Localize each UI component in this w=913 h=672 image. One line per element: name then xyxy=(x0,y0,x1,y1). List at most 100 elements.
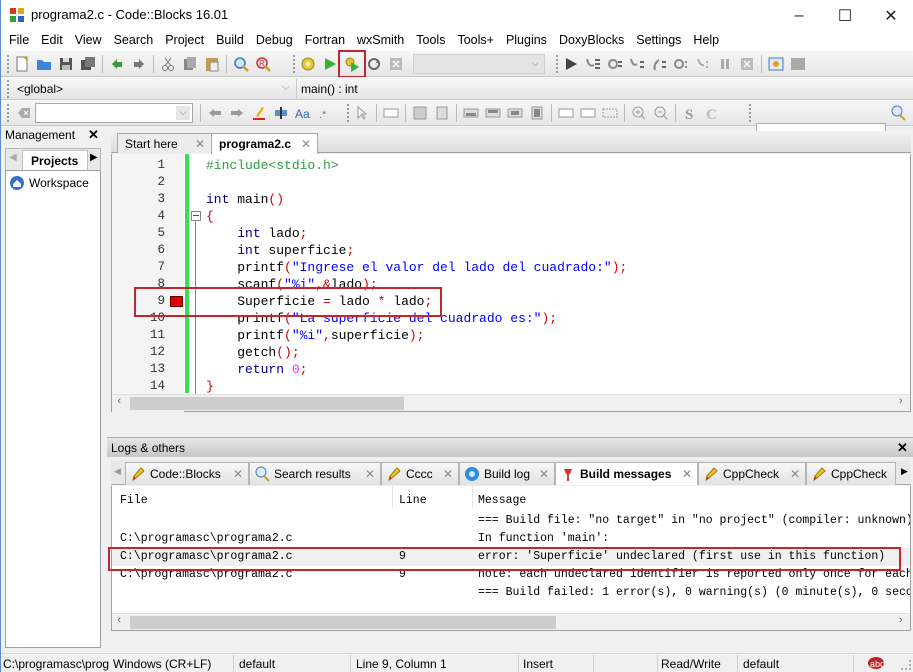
close-tab-icon[interactable]: ✕ xyxy=(365,467,375,481)
zoom-in-icon[interactable] xyxy=(628,102,650,124)
expand-icon[interactable] xyxy=(555,102,577,124)
save-icon[interactable] xyxy=(55,53,77,75)
search-input[interactable]: ⌵ xyxy=(35,103,193,123)
border-top-icon[interactable] xyxy=(460,102,482,124)
menu-build[interactable]: Build xyxy=(216,31,250,51)
menu-fortran[interactable]: Fortran xyxy=(305,31,351,51)
select-text-icon[interactable] xyxy=(270,102,292,124)
break-debugger-icon[interactable] xyxy=(714,53,736,75)
maximize-button[interactable]: ☐ xyxy=(822,0,868,31)
debugging-windows-icon[interactable] xyxy=(765,53,787,75)
insert-into-icon[interactable] xyxy=(380,102,402,124)
build-target-select[interactable]: ⌵ xyxy=(413,54,545,74)
logs-close-icon[interactable]: ✕ xyxy=(897,440,908,456)
tree-item-workspace[interactable]: Workspace xyxy=(9,175,89,191)
column-separator[interactable] xyxy=(392,486,393,508)
toolbar-grip[interactable] xyxy=(749,104,753,122)
regex-icon[interactable]: .* xyxy=(314,102,336,124)
step-out-icon[interactable] xyxy=(648,53,670,75)
close-tab-icon[interactable]: ✕ xyxy=(195,137,205,151)
step-into-instruction-icon[interactable] xyxy=(692,53,714,75)
column-separator[interactable] xyxy=(472,486,473,508)
code-line[interactable]: printf("%i",superficie); xyxy=(206,327,424,344)
menu-doxyblocks[interactable]: DoxyBlocks xyxy=(559,31,630,51)
tab-scroll-left-icon[interactable]: ◀ xyxy=(9,152,17,163)
close-tab-icon[interactable]: ✕ xyxy=(682,467,692,481)
tab-scroll-right-icon[interactable]: ▶ xyxy=(90,152,98,163)
table-row[interactable]: === Build failed: 1 error(s), 0 warning(… xyxy=(112,584,910,602)
tab-programa2-c[interactable]: programa2.c ✕ xyxy=(211,133,318,154)
match-case-icon[interactable]: Aa xyxy=(292,102,314,124)
cut-icon[interactable] xyxy=(157,53,179,75)
insert-before-icon[interactable] xyxy=(409,102,431,124)
management-close-icon[interactable]: ✕ xyxy=(88,127,99,143)
code-line[interactable]: int lado; xyxy=(206,225,307,242)
logs-tab-search-results[interactable]: Search results ✕ xyxy=(249,462,381,485)
menu-tools[interactable]: Tools xyxy=(416,31,451,51)
border-left-icon[interactable] xyxy=(504,102,526,124)
close-tab-icon[interactable]: ✕ xyxy=(443,467,453,481)
close-button[interactable]: ✕ xyxy=(868,0,913,31)
show-preview-icon[interactable]: S xyxy=(679,102,701,124)
menu-settings[interactable]: Settings xyxy=(636,31,687,51)
tabs-scroll-left-icon[interactable]: ◀ xyxy=(114,466,121,477)
paste-icon[interactable] xyxy=(201,53,223,75)
code-line[interactable]: int superficie; xyxy=(206,242,354,259)
back-arrow-icon[interactable] xyxy=(204,102,226,124)
stop-debugger-icon[interactable] xyxy=(736,53,758,75)
debug-continue-icon[interactable] xyxy=(560,53,582,75)
tab-projects[interactable]: Projects xyxy=(22,150,88,171)
open-file-icon[interactable] xyxy=(33,53,55,75)
toolbar-grip[interactable] xyxy=(7,80,11,98)
border-right-icon[interactable] xyxy=(526,102,548,124)
zoom-out-icon[interactable] xyxy=(650,102,672,124)
scroll-thumb[interactable] xyxy=(130,616,556,629)
close-tab-icon[interactable]: ✕ xyxy=(539,467,549,481)
code-line[interactable]: { xyxy=(206,208,214,225)
find-icon[interactable] xyxy=(230,53,252,75)
code-line[interactable]: return 0; xyxy=(206,361,307,378)
table-row[interactable]: C:\programasc\programa2.c In function 'ma… xyxy=(112,530,910,548)
spellcheck-icon[interactable]: abc xyxy=(867,656,885,670)
logs-tab-cppcheck[interactable]: CppCheck ✕ xyxy=(698,462,806,485)
scroll-right-icon[interactable]: › xyxy=(897,615,904,627)
tab-start-here[interactable]: Start here ✕ xyxy=(117,133,212,153)
scroll-thumb[interactable] xyxy=(130,397,404,410)
rebuild-icon[interactable] xyxy=(363,53,385,75)
undo-icon[interactable] xyxy=(106,53,128,75)
column-header-message[interactable]: Message xyxy=(478,494,526,507)
code-line[interactable]: getch(); xyxy=(206,344,299,361)
menu-edit[interactable]: Edit xyxy=(41,31,69,51)
menu-plugins[interactable]: Plugins xyxy=(506,31,553,51)
function-select[interactable]: main() : int xyxy=(299,79,519,98)
border-bottom-icon[interactable] xyxy=(482,102,504,124)
build-and-run-icon[interactable] xyxy=(338,50,366,78)
forward-arrow-icon[interactable] xyxy=(226,102,248,124)
next-instruction-icon[interactable] xyxy=(670,53,692,75)
next-line-icon[interactable] xyxy=(604,53,626,75)
minimize-button[interactable]: – xyxy=(776,0,822,31)
menu-project[interactable]: Project xyxy=(165,31,210,51)
column-header-file[interactable]: File xyxy=(120,494,148,507)
toolbar-grip[interactable] xyxy=(7,104,11,122)
close-preview-icon[interactable]: C xyxy=(701,102,723,124)
pointer-icon[interactable] xyxy=(351,102,373,124)
column-header-line[interactable]: Line xyxy=(399,494,427,507)
various-info-icon[interactable] xyxy=(787,53,809,75)
editor-hscrollbar[interactable]: ‹ › xyxy=(112,394,910,411)
abort-icon[interactable] xyxy=(385,53,407,75)
replace-icon[interactable]: R xyxy=(252,53,274,75)
highlight-icon[interactable] xyxy=(248,102,270,124)
menu-view[interactable]: View xyxy=(75,31,108,51)
redo-icon[interactable] xyxy=(128,53,150,75)
code-line[interactable]: #include<stdio.h> xyxy=(206,157,339,174)
logs-tab-build-messages[interactable]: Build messages ✕ xyxy=(555,462,698,485)
logs-tab-cppcheck[interactable]: CppCheck xyxy=(806,462,896,485)
logs-tab-cccc[interactable]: Cccc ✕ xyxy=(381,462,459,485)
menu-file[interactable]: File xyxy=(9,31,35,51)
save-all-icon[interactable] xyxy=(77,53,99,75)
step-into-icon[interactable] xyxy=(626,53,648,75)
resize-grip-icon[interactable] xyxy=(901,660,911,670)
scroll-left-icon[interactable]: ‹ xyxy=(116,396,123,408)
scroll-right-icon[interactable]: › xyxy=(897,396,904,408)
